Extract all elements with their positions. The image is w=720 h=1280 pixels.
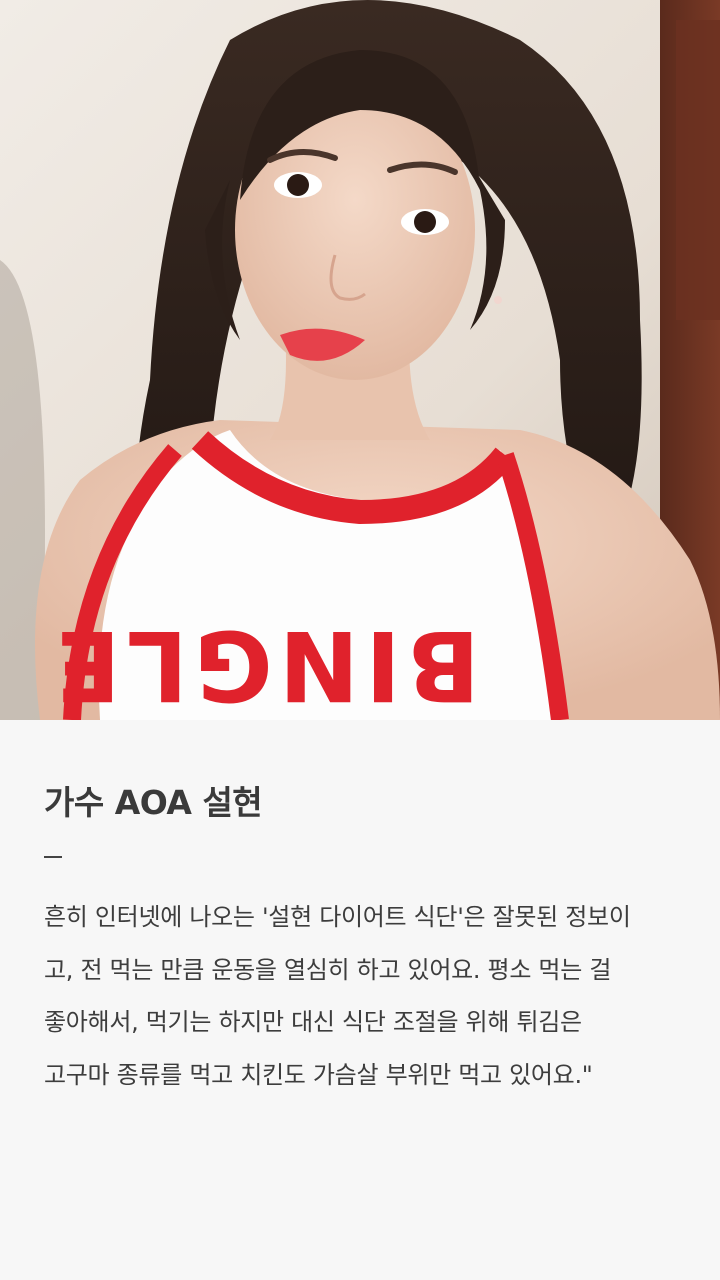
title-divider <box>44 856 62 858</box>
article-title: 가수 AOA 설현 <box>44 783 263 822</box>
shirt-print-text: BINGLE <box>49 609 480 720</box>
article-body: 흔히 인터넷에 나오는 '설현 다이어트 식단'은 잘못된 정보이 고, 전 먹… <box>44 891 676 1101</box>
article-content: 가수 AOA 설현 흔히 인터넷에 나오는 '설현 다이어트 식단'은 잘못된 … <box>0 720 720 1101</box>
body-line: 좋아해서, 먹기는 하지만 대신 식단 조절을 위해 튀김은 <box>44 1008 582 1036</box>
body-line: 고구마 종류를 먹고 치킨도 가슴살 부위만 먹고 있어요." <box>44 1060 593 1089</box>
body-line: 고, 전 먹는 만큼 운동을 열심히 하고 있어요. 평소 먹는 걸 <box>44 955 612 984</box>
profile-photo: BINGLE <box>0 0 720 720</box>
body-line: 흔히 인터넷에 나오는 '설현 다이어트 식단'은 잘못된 정보이 <box>44 903 631 931</box>
